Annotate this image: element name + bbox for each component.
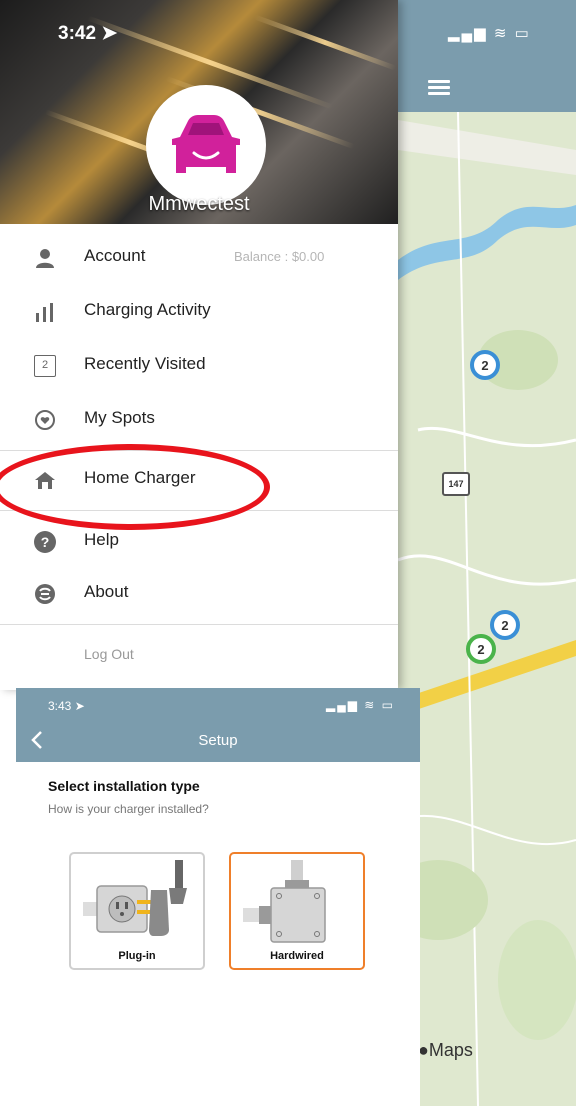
menu-item-label: Recently Visited [84,354,206,373]
menu-item-label: About [84,582,129,601]
page-title: Setup [198,732,238,749]
status-icons: ▂▄▆ ≋ ▭ [326,698,396,712]
avatar[interactable] [146,85,266,205]
route-badge: 147 [442,472,470,496]
heart-icon [35,410,55,430]
map-view[interactable]: ▂▄▆ ≋ ▭ 2 147 2 2 ●Maps [398,0,576,1106]
outlet-plug-icon [83,860,187,936]
balance-text: Balance : $0.00 [234,249,325,264]
hamburger-icon[interactable] [428,80,450,96]
divider [0,624,398,625]
setup-screen: 3:43 ➤ ▂▄▆ ≋ ▭ Setup Select installation… [16,688,420,1106]
option-label: Plug-in [118,950,156,962]
junction-box-icon [243,860,326,943]
charger-pin[interactable]: 2 [490,610,520,640]
user-icon [36,249,54,268]
menu-item-account[interactable]: Account Balance : $0.00 [0,232,398,286]
status-time: 3:43 ➤ [48,699,85,713]
status-icons: ▂▄▆ ≋ ▭ [448,25,531,42]
username: Mmwectest [148,193,250,215]
maps-attribution: ●Maps [418,1040,473,1060]
menu-item-my-spots[interactable]: My Spots [0,394,398,448]
side-menu: 3:42 ➤ Mmwectest Account Balance : $0.00… [0,0,398,690]
option-label: Hardwired [270,950,324,962]
menu-item-label: My Spots [84,408,155,427]
option-plug-in[interactable]: Plug-in [69,852,205,970]
status-time: 3:42 ➤ [58,23,118,44]
menu-item-about[interactable]: About [0,568,398,622]
help-icon: ? [34,531,56,553]
logout-link[interactable]: Log Out [84,646,134,662]
option-hardwired[interactable]: Hardwired [229,852,365,970]
highlight-circle [0,444,270,530]
location-arrow-icon: ➤ [74,699,85,713]
bar-chart-icon [36,303,53,322]
menu-item-label: Charging Activity [84,300,211,319]
section-heading: Select installation type [48,778,200,794]
charger-pin[interactable]: 2 [470,350,500,380]
setup-header: 3:43 ➤ ▂▄▆ ≋ ▭ Setup [16,688,420,762]
section-subheading: How is your charger installed? [48,802,209,816]
charger-pin[interactable]: 2 [466,634,496,664]
menu-item-charging-activity[interactable]: Charging Activity [0,286,398,340]
menu-item-label: Help [84,530,119,549]
menu-item-label: Account [84,246,146,265]
location-arrow-icon: ➤ [101,23,118,44]
menu-item-recently-visited[interactable]: 2 Recently Visited [0,340,398,394]
car-icon [172,115,240,173]
calendar-icon: 2 [34,355,56,377]
map-terrain [398,111,576,1106]
map-header: ▂▄▆ ≋ ▭ [398,0,576,112]
profile-header: 3:42 ➤ Mmwectest [0,0,398,224]
about-icon [35,584,55,604]
